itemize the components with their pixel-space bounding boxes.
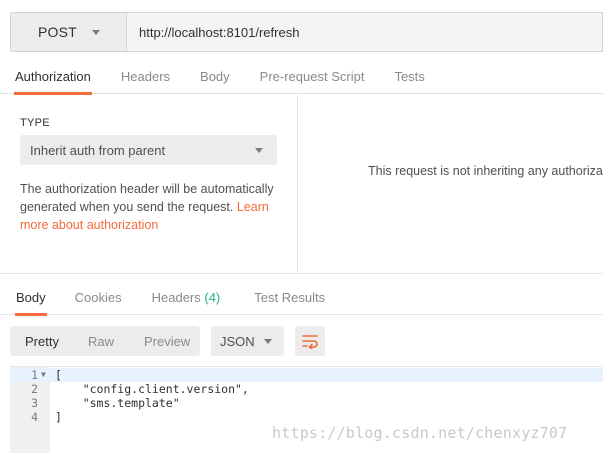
method-selector[interactable]: POST [10, 12, 126, 52]
tab-authorization[interactable]: Authorization [14, 60, 92, 95]
tab-response-headers-label: Headers [151, 290, 201, 305]
auth-description-text: The authorization header will be automat… [20, 182, 274, 214]
tab-response-body[interactable]: Body [15, 281, 47, 316]
line-number: 3 [31, 396, 38, 410]
code-line: 2 "config.client.version", [10, 382, 603, 396]
request-url-bar: POST http://localhost:8101/refresh [10, 12, 603, 52]
tab-tests[interactable]: Tests [394, 60, 424, 94]
view-mode-group: Pretty Raw Preview [10, 326, 200, 356]
tab-test-results[interactable]: Test Results [254, 281, 325, 315]
tab-body[interactable]: Body [200, 60, 230, 94]
method-label: POST [38, 24, 77, 40]
wrap-lines-button[interactable] [295, 326, 325, 356]
code-text: [ [55, 368, 62, 382]
code-line: 1 ▼ [ [10, 368, 603, 382]
raw-button[interactable]: Raw [88, 334, 114, 349]
section-divider [0, 273, 603, 274]
format-value: JSON [220, 333, 255, 349]
fold-arrow-icon[interactable]: ▼ [41, 368, 46, 382]
auth-settings-panel: TYPE Inherit auth from parent The author… [0, 95, 298, 273]
chevron-down-icon [255, 147, 263, 153]
auth-type-label: TYPE [20, 117, 50, 129]
pretty-button[interactable]: Pretty [25, 334, 59, 349]
tab-pre-request-script[interactable]: Pre-request Script [260, 60, 365, 94]
tab-response-headers[interactable]: Headers (4) [152, 281, 221, 315]
code-text: "config.client.version", [55, 382, 249, 396]
preview-button[interactable]: Preview [144, 334, 190, 349]
code-text: "sms.template" [55, 396, 180, 410]
line-number: 4 [31, 410, 38, 424]
code-line: 3 "sms.template" [10, 396, 603, 410]
tab-cookies[interactable]: Cookies [75, 281, 122, 315]
auth-description: The authorization header will be automat… [20, 180, 282, 234]
url-input[interactable]: http://localhost:8101/refresh [126, 12, 603, 52]
headers-count-badge: (4) [204, 290, 221, 305]
format-select[interactable]: JSON [211, 326, 284, 356]
chevron-down-icon [91, 29, 100, 35]
auth-type-select[interactable]: Inherit auth from parent [20, 135, 277, 165]
watermark: https://blog.csdn.net/chenxyz707 [272, 424, 568, 442]
response-tabs: Body Cookies Headers (4) Test Results [0, 281, 603, 316]
wrap-lines-icon [302, 335, 318, 349]
code-text: ] [55, 410, 62, 424]
tab-headers[interactable]: Headers [121, 60, 170, 94]
request-tabs: Authorization Headers Body Pre-request S… [0, 60, 603, 95]
auth-type-value: Inherit auth from parent [30, 142, 166, 158]
chevron-down-icon [264, 338, 272, 344]
code-line: 4 ] [10, 410, 603, 424]
line-number: 1 [31, 368, 38, 382]
line-number: 2 [31, 382, 38, 396]
auth-inherit-message: This request is not inheriting any autho… [368, 164, 603, 178]
